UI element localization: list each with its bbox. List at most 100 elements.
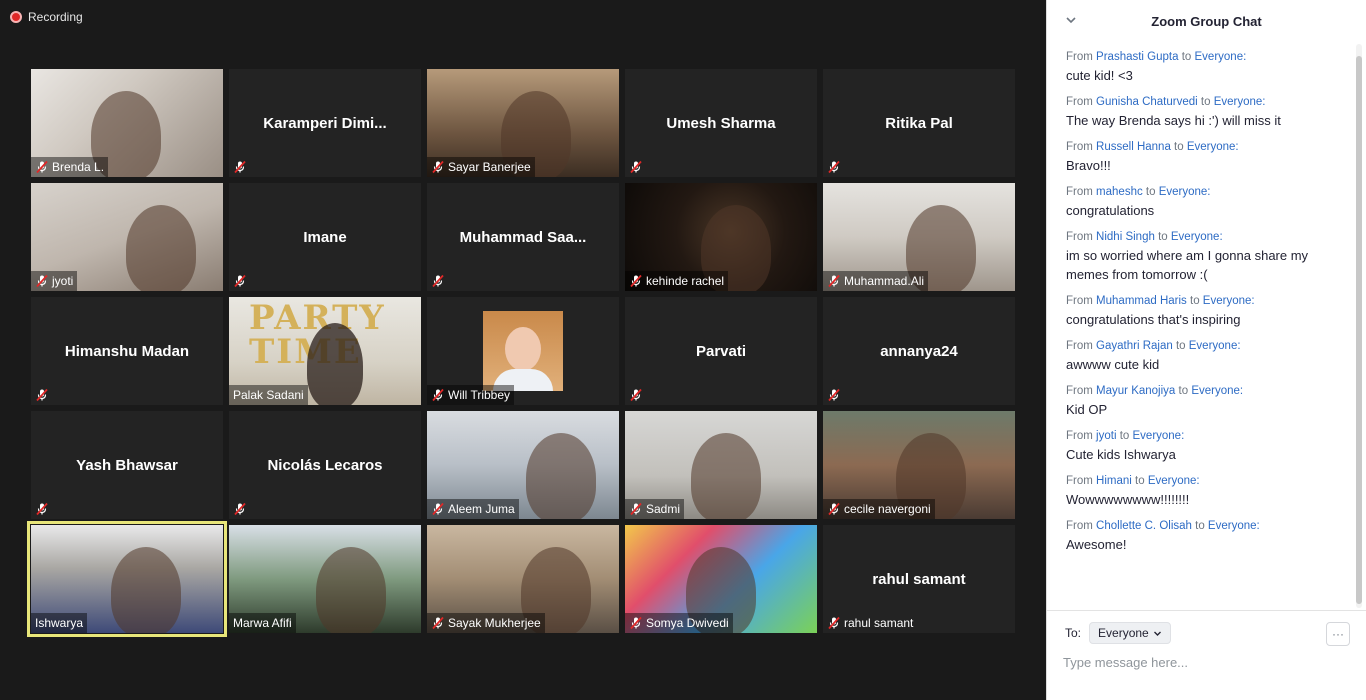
participant-tile[interactable]: Somya Dwivedi [625,525,817,633]
participant-tile[interactable]: rahul samant rahul samant [823,525,1015,633]
participant-name: kehinde rachel [646,274,725,288]
recipient-name[interactable]: Everyone: [1208,520,1260,532]
sender-name[interactable]: Gunisha Chaturvedi [1096,96,1198,108]
participant-tile[interactable]: Umesh Sharma [625,69,817,177]
participant-label [823,157,845,177]
participant-name: Marwa Afifi [233,616,292,630]
message-text: cute kid! <3 [1066,68,1133,83]
mic-muted-icon [827,274,841,288]
participant-tile[interactable]: Muhammad Saa... [427,183,619,291]
scrollbar-thumb[interactable] [1356,56,1362,604]
participant-name-large: rahul samant [872,571,966,588]
sender-name[interactable]: Mayur Kanojiya [1096,385,1175,397]
mic-muted-icon [431,616,445,630]
mic-muted-icon [629,502,643,516]
participant-tile[interactable]: annanya24 [823,297,1015,405]
recording-icon [10,11,22,23]
participant-tile[interactable]: Aleem Juma [427,411,619,519]
sender-name[interactable]: Russell Hanna [1096,141,1171,153]
mic-muted-icon [233,274,247,288]
participant-name-large: Ritika Pal [885,115,953,132]
participant-grid: Brenda L. Karamperi Dimi... Sayar Banerjee… [27,69,1015,637]
recording-indicator[interactable]: Recording [10,10,83,24]
participant-label: Brenda L. [31,157,109,177]
recipient-select[interactable]: Everyone [1089,622,1171,644]
sender-name[interactable]: Nidhi Singh [1096,231,1155,243]
participant-tile[interactable]: Sadmi [625,411,817,519]
participant-video [307,323,363,405]
recipient-name[interactable]: Everyone: [1203,295,1255,307]
participant-tile[interactable]: kehinde rachel [625,183,817,291]
recipient-name[interactable]: Everyone: [1189,340,1241,352]
message-input[interactable] [1063,650,1343,674]
participant-tile[interactable]: Nicolás Lecaros [229,411,421,519]
recipient-name[interactable]: Everyone: [1148,475,1200,487]
recipient-name[interactable]: Everyone: [1214,96,1266,108]
participant-tile[interactable]: Yash Bhawsar [31,411,223,519]
recipient-name[interactable]: Everyone: [1171,231,1223,243]
chat-scrollbar[interactable] [1356,44,1362,608]
participant-tile[interactable]: Sayak Mukherjee [427,525,619,633]
mic-muted-icon [629,388,643,402]
participant-tile[interactable]: Marwa Afifi [229,525,421,633]
participant-name-large: Imane [303,229,347,246]
participant-video [526,433,596,519]
participant-tile[interactable]: jyoti [31,183,223,291]
participant-tile[interactable]: PARTY TIME Palak Sadani [229,297,421,405]
participant-name-large: annanya24 [880,343,958,360]
chat-message-list: From Prashasti Gupta to Everyone: cute ki… [1047,50,1357,608]
portrait-face [505,327,541,371]
participant-label: Muhammad.Ali [823,271,929,291]
sender-name[interactable]: jyoti [1096,430,1116,442]
sender-name[interactable]: Chollette C. Olisah [1096,520,1192,532]
more-options-button[interactable]: ··· [1326,622,1350,646]
participant-video [316,547,386,633]
recipient-name[interactable]: Everyone: [1195,51,1247,63]
recipient-name[interactable]: Everyone: [1133,430,1185,442]
participant-tile[interactable]: Muhammad.Ali [823,183,1015,291]
participant-tile[interactable]: Karamperi Dimi... [229,69,421,177]
participant-tile[interactable]: cecile navergoni [823,411,1015,519]
to-word: to [1190,295,1200,307]
chevron-down-icon [1153,631,1161,636]
participant-tile[interactable]: Ishwarya [27,521,227,637]
participant-name-large: Muhammad Saa... [459,229,587,246]
chat-message: From Himani to Everyone: Wowwwwwwww!!!!!!… [1066,474,1357,509]
mic-muted-icon [827,502,841,516]
sender-name[interactable]: Gayathri Rajan [1096,340,1173,352]
recipient-name[interactable]: Everyone: [1159,186,1211,198]
sender-name[interactable]: maheshc [1096,186,1143,198]
participant-label: Sayak Mukherjee [427,613,545,633]
participant-tile[interactable]: Parvati [625,297,817,405]
participant-tile[interactable]: Imane [229,183,421,291]
sender-name[interactable]: Prashasti Gupta [1096,51,1178,63]
mic-muted-icon [431,160,445,174]
message-text: Awesome! [1066,537,1127,552]
participant-label: Somya Dwivedi [625,613,733,633]
recipient-name[interactable]: Everyone: [1191,385,1243,397]
participant-name: Palak Sadani [233,388,304,402]
sender-name[interactable]: Muhammad Haris [1096,295,1187,307]
chat-message: From Muhammad Haris to Everyone: congratu… [1066,294,1357,329]
to-word: to [1158,231,1168,243]
sender-name[interactable]: Himani [1096,475,1132,487]
participant-tile[interactable]: Sayar Banerjee [427,69,619,177]
from-label: From [1066,295,1093,307]
to-label: To: [1065,626,1082,640]
participant-tile[interactable]: Ritika Pal [823,69,1015,177]
participant-tile[interactable]: Brenda L. [31,69,223,177]
participant-tile[interactable]: Himanshu Madan [31,297,223,405]
chat-message: From Chollette C. Olisah to Everyone: Awe… [1066,519,1357,554]
chat-message: From Gunisha Chaturvedi to Everyone: The … [1066,95,1357,130]
participant-name: Somya Dwivedi [646,616,729,630]
chevron-down-icon[interactable] [1065,14,1077,26]
participant-name: Aleem Juma [448,502,515,516]
recipient-name[interactable]: Everyone: [1187,141,1239,153]
participant-name-large: Karamperi Dimi... [263,115,387,132]
zoom-window: Recording Brenda L. Karamperi Dimi... Saya… [0,0,1366,700]
from-label: From [1066,141,1093,153]
message-meta: From Prashasti Gupta to Everyone: [1066,50,1357,65]
participant-tile[interactable]: Will Tribbey [427,297,619,405]
to-word: to [1175,340,1186,352]
from-label: From [1066,231,1093,243]
